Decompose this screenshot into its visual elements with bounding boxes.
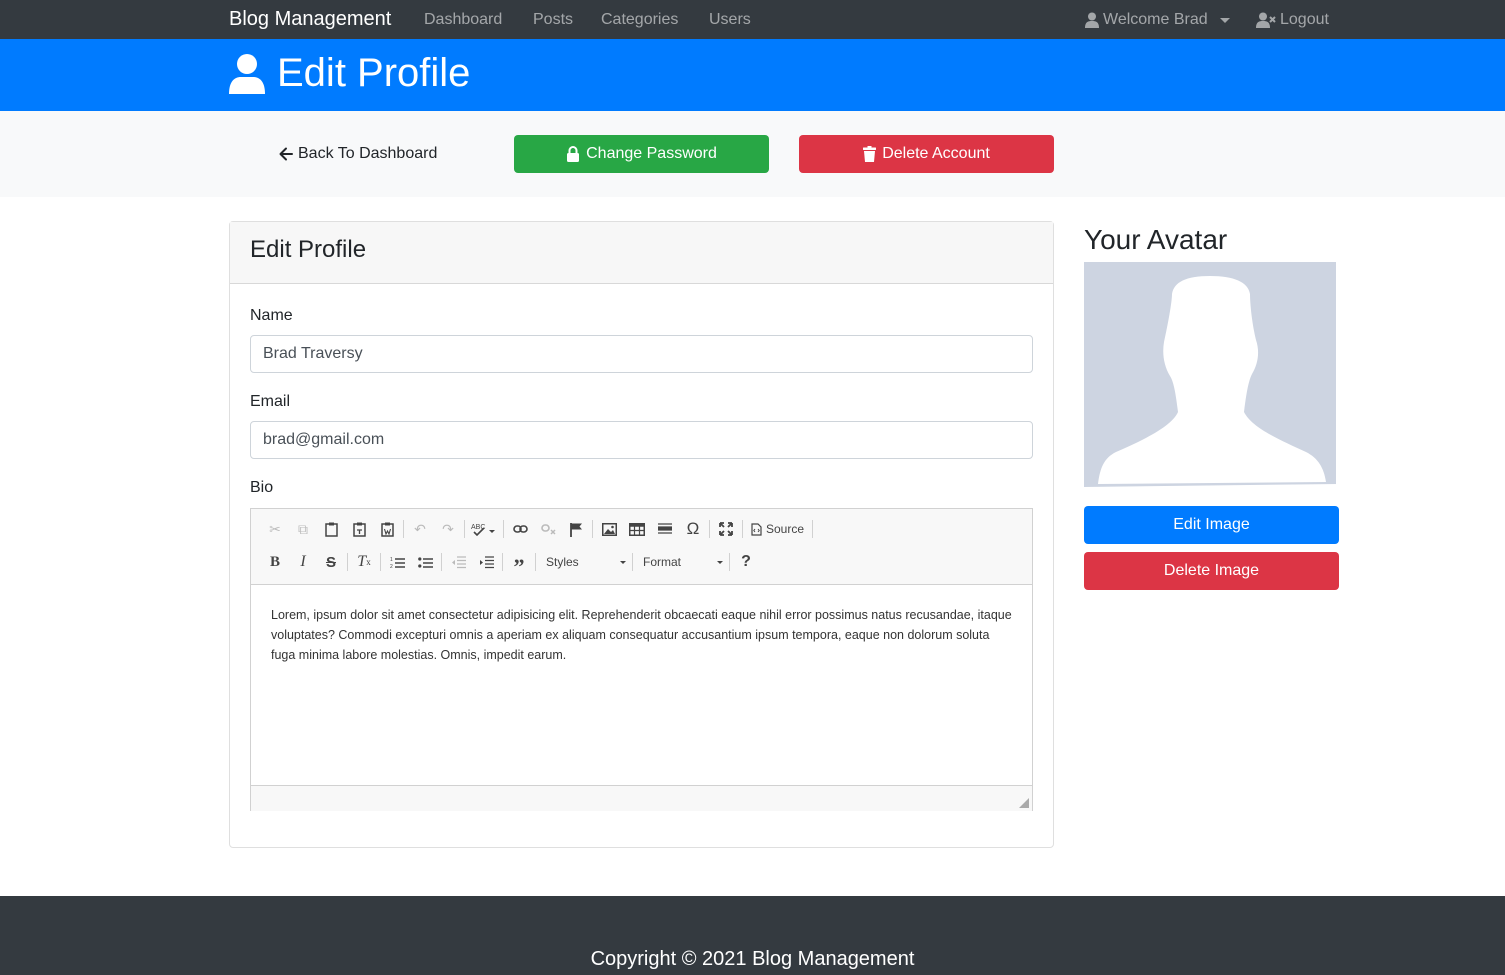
logout-label: Logout <box>1280 11 1329 28</box>
editor-toolbar: ✂ ⧉ ↶ ↷ ABC Ω Source B I S T x 1 2 ” Sty… <box>251 509 1032 585</box>
strike-icon[interactable]: S <box>317 549 345 575</box>
email-label: Email <box>250 393 291 410</box>
delete-image-button[interactable]: Delete Image <box>1084 552 1339 590</box>
spellcheck-icon[interactable]: ABC <box>467 516 501 542</box>
format-dropdown[interactable]: Format <box>635 549 727 575</box>
card-title: Edit Profile <box>250 236 367 263</box>
blockquote-icon[interactable]: ” <box>505 549 533 579</box>
toolbar-separator <box>503 520 504 538</box>
paste-word-icon[interactable] <box>373 516 401 542</box>
chevron-down-icon <box>620 560 626 564</box>
nav-link-users[interactable]: Users <box>709 11 751 29</box>
bio-rich-text-editor: ✂ ⧉ ↶ ↷ ABC Ω Source B I S T x 1 2 ” Sty… <box>250 508 1033 811</box>
unlink-icon[interactable] <box>534 516 562 542</box>
edit-profile-card: Edit Profile Name Brad Traversy Email br… <box>229 221 1054 848</box>
resize-handle-icon[interactable] <box>1019 798 1029 808</box>
trash-icon <box>863 146 877 162</box>
source-icon <box>751 522 762 536</box>
change-password-label: Change Password <box>586 145 717 162</box>
indent-icon[interactable] <box>472 549 500 575</box>
toolbar-separator <box>535 553 536 571</box>
delete-account-label: Delete Account <box>882 145 990 162</box>
arrow-left-icon <box>279 147 293 161</box>
toolbar-separator <box>403 520 404 538</box>
name-field[interactable]: Brad Traversy <box>250 335 1033 373</box>
email-field[interactable]: brad@gmail.com <box>250 421 1033 459</box>
user-icon <box>229 53 265 94</box>
toolbar-separator <box>632 553 633 571</box>
nav-link-dashboard[interactable]: Dashboard <box>424 11 502 29</box>
toolbar-separator <box>380 553 381 571</box>
source-label: Source <box>766 522 805 536</box>
avatar-image <box>1084 262 1339 490</box>
toolbar-separator <box>729 553 730 571</box>
action-bar: Back To Dashboard Change Password Delete… <box>0 111 1505 197</box>
brand-link[interactable]: Blog Management <box>229 8 391 31</box>
bold-icon[interactable]: B <box>261 549 289 575</box>
svg-text:1: 1 <box>390 557 393 563</box>
numbered-list-icon[interactable]: 12 <box>383 549 411 575</box>
toolbar-separator <box>464 520 465 538</box>
page-footer: Copyright © 2021 Blog Management <box>0 896 1505 975</box>
page-title-text: Edit Profile <box>277 51 471 95</box>
user-silhouette-icon <box>1084 262 1339 490</box>
lock-icon <box>567 146 580 162</box>
source-button[interactable]: Source <box>745 516 810 542</box>
image-icon[interactable] <box>595 516 623 542</box>
toolbar-separator <box>742 520 743 538</box>
delete-account-button[interactable]: Delete Account <box>799 135 1054 173</box>
format-label: Format <box>643 555 682 569</box>
remove-format-icon[interactable]: Tx <box>350 549 378 575</box>
chevron-down-icon <box>1219 17 1230 23</box>
user-dropdown[interactable]: Welcome Brad <box>1085 11 1230 29</box>
user-icon <box>1085 12 1099 28</box>
nav-link-posts[interactable]: Posts <box>533 11 573 29</box>
help-icon[interactable]: ? <box>732 549 760 575</box>
toolbar-separator <box>347 553 348 571</box>
name-label: Name <box>250 307 293 324</box>
undo-icon[interactable]: ↶ <box>406 516 434 542</box>
anchor-icon[interactable] <box>562 516 590 542</box>
outdent-icon[interactable] <box>444 549 472 575</box>
svg-text:2: 2 <box>390 564 393 569</box>
avatar-title: Your Avatar <box>1084 224 1228 255</box>
toolbar-separator <box>592 520 593 538</box>
bio-editor-content[interactable]: Lorem, ipsum dolor sit amet consectetur … <box>251 585 1032 785</box>
styles-dropdown[interactable]: Styles <box>538 549 630 575</box>
nav-link-categories[interactable]: Categories <box>601 11 678 29</box>
card-header: Edit Profile <box>230 222 1053 284</box>
toolbar-separator <box>502 553 503 571</box>
copyright-text: Copyright © 2021 Blog Management <box>590 948 915 970</box>
toolbar-separator <box>441 553 442 571</box>
edit-image-button[interactable]: Edit Image <box>1084 506 1339 544</box>
back-to-dashboard-link[interactable]: Back To Dashboard <box>279 145 437 163</box>
welcome-label: Welcome Brad <box>1103 11 1208 28</box>
italic-icon[interactable]: I <box>289 549 317 575</box>
page-header: Edit Profile <box>0 39 1505 111</box>
editor-status-bar <box>251 785 1032 811</box>
paste-text-icon[interactable] <box>345 516 373 542</box>
chevron-down-icon <box>717 560 723 564</box>
styles-label: Styles <box>546 555 579 569</box>
horizontal-line-icon[interactable] <box>651 516 679 542</box>
user-times-icon <box>1256 12 1276 28</box>
redo-icon[interactable]: ↷ <box>434 516 462 542</box>
link-icon[interactable] <box>506 516 534 542</box>
toolbar-separator <box>709 520 710 538</box>
logout-link[interactable]: Logout <box>1256 11 1329 29</box>
toolbar-separator <box>812 520 814 538</box>
copy-icon[interactable]: ⧉ <box>289 516 317 542</box>
cut-icon[interactable]: ✂ <box>261 516 289 542</box>
top-navbar: Blog Management Dashboard Posts Categori… <box>0 0 1505 39</box>
special-char-icon[interactable]: Ω <box>679 516 707 542</box>
svg-text:ABC: ABC <box>471 524 485 531</box>
change-password-button[interactable]: Change Password <box>514 135 769 173</box>
table-icon[interactable] <box>623 516 651 542</box>
bulleted-list-icon[interactable] <box>411 549 439 575</box>
back-label: Back To Dashboard <box>298 145 438 162</box>
paste-icon[interactable] <box>317 516 345 542</box>
page-title: Edit Profile <box>229 51 470 96</box>
maximize-icon[interactable] <box>712 516 740 542</box>
bio-label: Bio <box>250 479 274 496</box>
